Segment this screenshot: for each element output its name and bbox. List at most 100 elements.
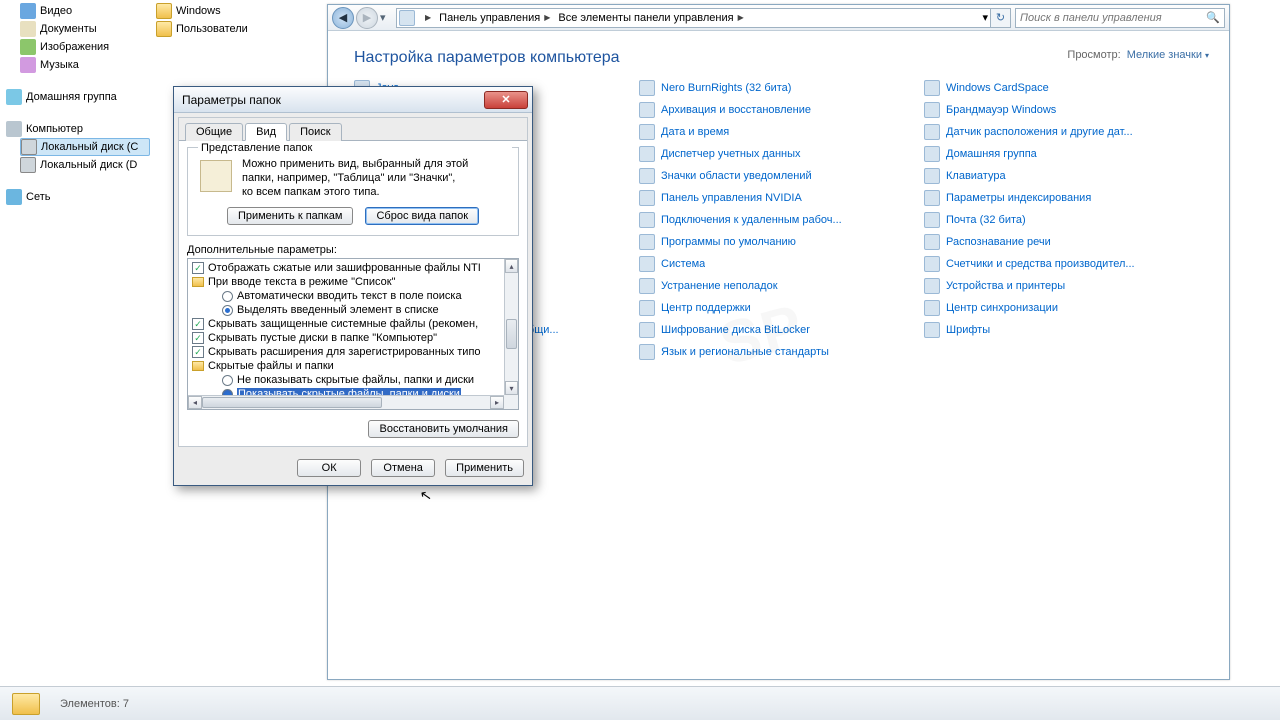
folder-users[interactable]: Пользователи <box>152 20 324 38</box>
cp-item-icon <box>639 80 655 96</box>
tab-general[interactable]: Общие <box>185 123 243 141</box>
tab-view[interactable]: Вид <box>245 123 287 141</box>
cp-item[interactable]: Язык и региональные стандарты <box>639 341 924 363</box>
apply-button[interactable]: Применить <box>445 459 524 477</box>
horizontal-scrollbar[interactable]: ◂ ▸ <box>188 395 504 409</box>
restore-defaults-button[interactable]: Восстановить умолчания <box>368 420 519 438</box>
ok-button[interactable]: ОК <box>297 459 361 477</box>
tree-computer[interactable]: Компьютер <box>6 120 150 138</box>
search-box[interactable]: 🔍 <box>1015 8 1225 28</box>
cp-item-icon <box>639 256 655 272</box>
dialog-title: Параметры папок <box>182 93 484 107</box>
address-bar[interactable]: ▶ Панель управления▶ Все элементы панели… <box>396 8 991 28</box>
search-input[interactable] <box>1020 12 1206 24</box>
cp-item[interactable]: Устранение неполадок <box>639 275 924 297</box>
cp-item[interactable]: Центр поддержки <box>639 297 924 319</box>
vertical-scrollbar[interactable]: ▴ ▾ <box>504 259 518 395</box>
tree-network[interactable]: Сеть <box>6 188 150 206</box>
view-mode-dropdown[interactable]: Мелкие значки▾ <box>1127 49 1209 61</box>
checkbox-icon[interactable]: ✓ <box>192 346 204 358</box>
scroll-thumb[interactable] <box>506 319 517 349</box>
dialog-titlebar[interactable]: Параметры папок ✕ <box>174 87 532 113</box>
tab-search[interactable]: Поиск <box>289 123 341 141</box>
adv-setting-row[interactable]: При вводе текста в режиме "Список" <box>188 275 504 289</box>
folder-icon <box>156 21 172 37</box>
tree-disk-c[interactable]: Локальный диск (C <box>20 138 150 156</box>
adv-setting-row[interactable]: Выделять введенный элемент в списке <box>188 303 504 317</box>
cp-item[interactable]: Распознавание речи <box>924 231 1209 253</box>
adv-setting-row[interactable]: Показывать скрытые файлы, папки и диски <box>188 387 504 395</box>
cp-item-label: Значки области уведомлений <box>661 170 812 182</box>
cancel-button[interactable]: Отмена <box>371 459 435 477</box>
nav-history-dropdown[interactable]: ▾ <box>380 11 392 24</box>
checkbox-icon[interactable]: ✓ <box>192 332 204 344</box>
cp-item-icon <box>924 102 940 118</box>
cp-item-icon <box>924 322 940 338</box>
refresh-button[interactable]: ↻ <box>991 8 1011 28</box>
checkbox-icon[interactable]: ✓ <box>192 262 204 274</box>
breadcrumb-seg[interactable]: ▶ <box>417 9 435 27</box>
adv-setting-row[interactable]: Автоматически вводить текст в поле поиск… <box>188 289 504 303</box>
cp-item[interactable]: Windows CardSpace <box>924 77 1209 99</box>
scroll-up-button[interactable]: ▴ <box>505 259 518 273</box>
cp-item[interactable]: Домашняя группа <box>924 143 1209 165</box>
scroll-left-button[interactable]: ◂ <box>188 396 202 409</box>
cp-item[interactable]: Программы по умолчанию <box>639 231 924 253</box>
cp-item[interactable]: Панель управления NVIDIA <box>639 187 924 209</box>
address-dropdown[interactable]: ▾ <box>982 11 988 24</box>
adv-setting-row[interactable]: ✓Отображать сжатые или зашифрованные фай… <box>188 261 504 275</box>
cp-item[interactable]: Архивация и восстановление <box>639 99 924 121</box>
cp-item[interactable]: Счетчики и средства производител... <box>924 253 1209 275</box>
cp-item[interactable]: Устройства и принтеры <box>924 275 1209 297</box>
cp-item-icon <box>924 300 940 316</box>
cp-item[interactable]: Параметры индексирования <box>924 187 1209 209</box>
reset-folder-view-button[interactable]: Сброс вида папок <box>365 207 479 225</box>
cp-item[interactable]: Диспетчер учетных данных <box>639 143 924 165</box>
cp-item[interactable]: Подключения к удаленным рабоч... <box>639 209 924 231</box>
cp-item[interactable]: Шифрование диска BitLocker <box>639 319 924 341</box>
cp-item-label: Язык и региональные стандарты <box>661 346 829 358</box>
folder-view-fieldset: Представление папок Можно применить вид,… <box>187 147 519 236</box>
cp-item-label: Датчик расположения и другие дат... <box>946 126 1133 138</box>
cp-item[interactable]: Система <box>639 253 924 275</box>
nav-forward-button[interactable]: ▶ <box>356 7 378 29</box>
video-icon <box>20 3 36 19</box>
apply-to-folders-button[interactable]: Применить к папкам <box>227 207 354 225</box>
cp-item[interactable]: Клавиатура <box>924 165 1209 187</box>
cp-item[interactable]: Брандмауэр Windows <box>924 99 1209 121</box>
tree-disk-d[interactable]: Локальный диск (D <box>20 156 150 174</box>
cp-item[interactable]: Nero BurnRights (32 бита) <box>639 77 924 99</box>
adv-setting-row[interactable]: ✓Скрывать пустые диски в папке "Компьюте… <box>188 331 504 345</box>
cp-item[interactable]: Шрифты <box>924 319 1209 341</box>
tree-lib-docs[interactable]: Документы <box>20 20 150 38</box>
folder-windows[interactable]: Windows <box>152 2 324 20</box>
radio-icon[interactable] <box>222 375 233 386</box>
adv-setting-row[interactable]: Не показывать скрытые файлы, папки и дис… <box>188 373 504 387</box>
cp-item[interactable]: Почта (32 бита) <box>924 209 1209 231</box>
breadcrumb-seg[interactable]: Все элементы панели управления▶ <box>554 9 747 27</box>
cp-item-label: Устранение неполадок <box>661 280 778 292</box>
nav-back-button[interactable]: ◀ <box>332 7 354 29</box>
tree-lib-music[interactable]: Музыка <box>20 56 150 74</box>
adv-setting-row[interactable]: ✓Скрывать защищенные системные файлы (ре… <box>188 317 504 331</box>
cp-item[interactable]: Значки области уведомлений <box>639 165 924 187</box>
radio-icon[interactable] <box>222 305 233 316</box>
scroll-down-button[interactable]: ▾ <box>505 381 518 395</box>
cp-item-label: Счетчики и средства производител... <box>946 258 1135 270</box>
fieldset-legend: Представление папок <box>198 142 512 154</box>
tree-lib-video[interactable]: Видео <box>20 2 150 20</box>
adv-setting-row[interactable]: Скрытые файлы и папки <box>188 359 504 373</box>
tree-homegroup[interactable]: Домашняя группа <box>6 88 150 106</box>
breadcrumb-seg[interactable]: Панель управления▶ <box>435 9 554 27</box>
scroll-right-button[interactable]: ▸ <box>490 396 504 409</box>
checkbox-icon[interactable]: ✓ <box>192 318 204 330</box>
cp-item[interactable]: Дата и время <box>639 121 924 143</box>
cp-item-label: Windows CardSpace <box>946 82 1049 94</box>
scroll-thumb[interactable] <box>202 397 382 408</box>
close-button[interactable]: ✕ <box>484 91 528 109</box>
cp-item[interactable]: Центр синхронизации <box>924 297 1209 319</box>
adv-setting-row[interactable]: ✓Скрывать расширения для зарегистрирован… <box>188 345 504 359</box>
cp-item[interactable]: Датчик расположения и другие дат... <box>924 121 1209 143</box>
tree-lib-images[interactable]: Изображения <box>20 38 150 56</box>
radio-icon[interactable] <box>222 291 233 302</box>
